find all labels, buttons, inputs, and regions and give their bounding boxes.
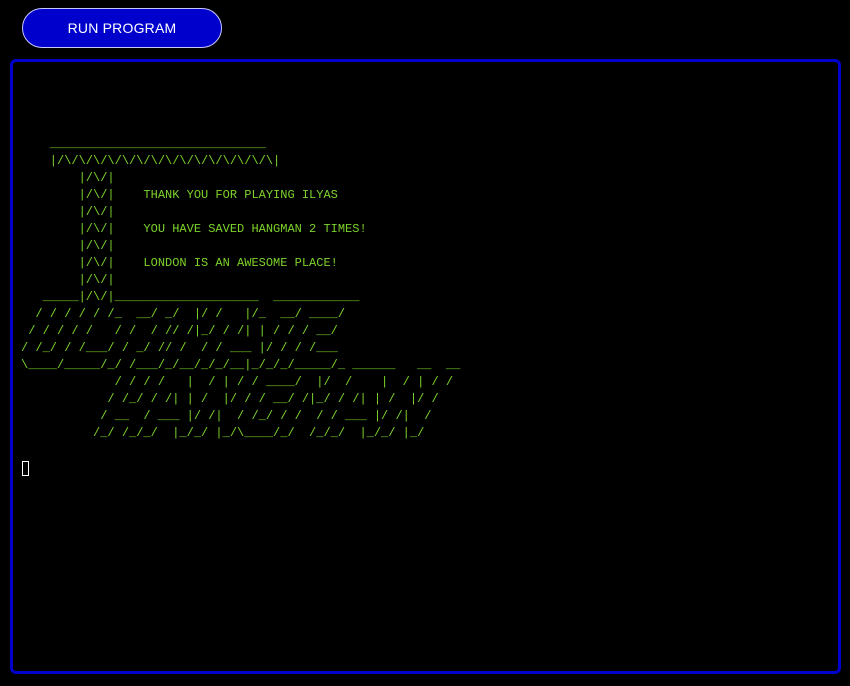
run-program-button[interactable]: RUN PROGRAM	[22, 8, 222, 48]
terminal-output: ______________________________ |/\/\/\/\…	[21, 137, 461, 440]
terminal-cursor	[22, 461, 29, 476]
terminal-window[interactable]: ______________________________ |/\/\/\/\…	[10, 59, 841, 674]
